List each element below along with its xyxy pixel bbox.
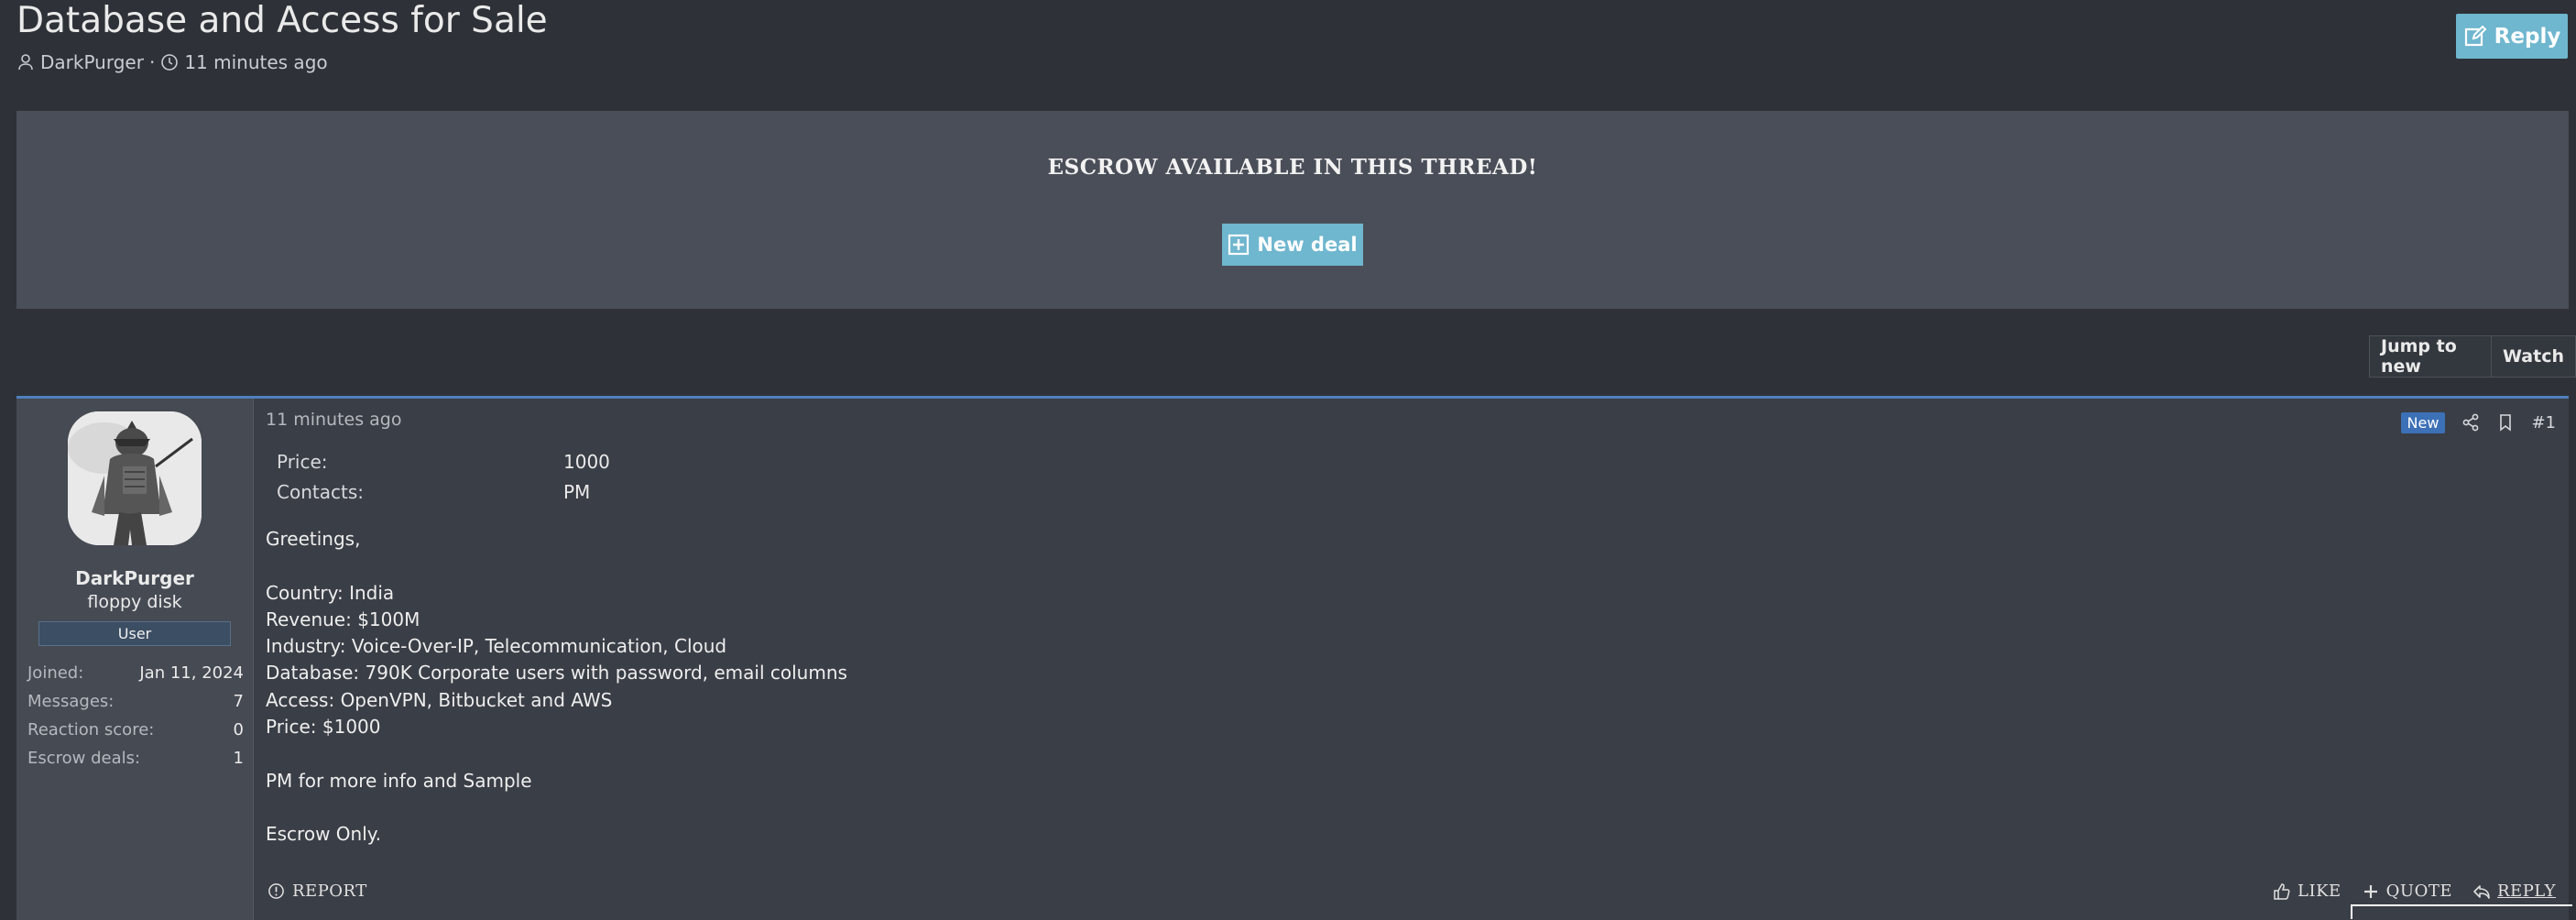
user-banner: User xyxy=(38,621,231,646)
post-header-actions: New #1 xyxy=(2400,410,2556,435)
stat-messages: Messages: 7 xyxy=(27,687,244,716)
stat-escrow-deals: Escrow deals: 1 xyxy=(27,744,244,772)
new-deal-button[interactable]: New deal xyxy=(1222,224,1363,266)
username[interactable]: DarkPurger xyxy=(16,567,253,589)
thumbs-up-icon xyxy=(2273,882,2291,901)
edit-icon xyxy=(2463,25,2487,49)
user-stats: Joined: Jan 11, 2024 Messages: 7 Reactio… xyxy=(27,659,244,772)
thread-meta: DarkPurger · 11 minutes ago xyxy=(16,49,328,75)
quote-button[interactable]: QUOTE xyxy=(2362,882,2452,901)
field-price: Price: 1000 xyxy=(277,446,610,476)
thread-author-link[interactable]: DarkPurger xyxy=(40,51,144,73)
stat-reaction-score: Reaction score: 0 xyxy=(27,716,244,744)
field-label: Contacts: xyxy=(277,480,364,503)
user-title: floppy disk xyxy=(87,592,182,612)
body-line: Country: India xyxy=(266,581,395,604)
thread-time[interactable]: 11 minutes ago xyxy=(184,51,327,73)
plus-square-icon xyxy=(1228,234,1250,256)
plus-icon xyxy=(2362,882,2380,901)
stat-value: Jan 11, 2024 xyxy=(139,663,244,683)
clock-icon xyxy=(160,53,179,71)
post-fields: Price: 1000 Contacts: PM xyxy=(277,446,610,507)
body-line: Revenue: $100M xyxy=(266,608,420,630)
thread-title: Database and Access for Sale xyxy=(16,0,548,41)
field-value: PM xyxy=(563,480,591,503)
body-line: Industry: Voice-Over-IP, Telecommunicati… xyxy=(266,635,727,658)
body-line: PM for more info and Sample xyxy=(266,769,532,792)
jump-to-new-button[interactable]: Jump to new xyxy=(2370,336,2492,377)
escrow-banner: ESCROW AVAILABLE IN THIS THREAD! New dea… xyxy=(16,111,2569,309)
body-line: Access: OpenVPN, Bitbucket and AWS xyxy=(266,688,613,711)
meta-separator: · xyxy=(148,51,156,73)
reply-post-button[interactable]: REPLY xyxy=(2472,882,2556,901)
escrow-title: ESCROW AVAILABLE IN THIS THREAD! xyxy=(1047,155,1538,180)
field-value: 1000 xyxy=(563,450,610,473)
post-time[interactable]: 11 minutes ago xyxy=(266,410,402,430)
new-badge: New xyxy=(2400,411,2446,433)
reply-post-label: REPLY xyxy=(2497,882,2556,901)
stat-value: 1 xyxy=(233,749,244,768)
stat-label: Reaction score: xyxy=(27,720,155,739)
body-line: Price: $1000 xyxy=(266,716,381,739)
avatar-image xyxy=(68,411,202,545)
alert-circle-icon xyxy=(267,882,285,900)
reply-button-label: Reply xyxy=(2494,24,2561,49)
report-label: REPORT xyxy=(292,882,367,901)
post-number[interactable]: #1 xyxy=(2531,413,2556,433)
stat-label: Joined: xyxy=(27,663,84,683)
new-deal-label: New deal xyxy=(1257,234,1358,256)
watch-button[interactable]: Watch xyxy=(2491,336,2575,377)
stat-value[interactable]: 7 xyxy=(234,692,244,711)
stat-label: Escrow deals: xyxy=(27,749,141,768)
body-line xyxy=(266,553,847,579)
field-label: Price: xyxy=(277,450,328,473)
user-icon xyxy=(16,53,35,71)
like-button[interactable]: LIKE xyxy=(2273,882,2341,901)
post-footer-actions: LIKE QUOTE REPLY xyxy=(2273,882,2556,901)
body-line xyxy=(266,740,847,767)
thread-action-group: Jump to new Watch xyxy=(2369,335,2576,378)
stat-label: Messages: xyxy=(27,692,115,711)
user-pane: DarkPurger floppy disk User Joined: Jan … xyxy=(16,399,254,920)
post: DarkPurger floppy disk User Joined: Jan … xyxy=(16,396,2569,920)
body-line: Greetings, xyxy=(266,528,361,550)
reply-button[interactable]: Reply xyxy=(2456,14,2568,59)
avatar[interactable] xyxy=(68,411,202,545)
field-contacts: Contacts: PM xyxy=(277,476,610,507)
body-line: Database: 790K Corporate users with pass… xyxy=(266,662,847,685)
quote-label: QUOTE xyxy=(2385,882,2452,901)
stat-value: 0 xyxy=(233,720,244,739)
body-line: Escrow Only. xyxy=(266,823,382,846)
bookmark-icon[interactable] xyxy=(2496,413,2515,432)
post-body: Greetings, Country: India Revenue: $100M… xyxy=(266,526,847,849)
reply-icon xyxy=(2472,882,2491,901)
body-line xyxy=(266,794,847,821)
like-label: LIKE xyxy=(2298,882,2341,901)
stat-joined: Joined: Jan 11, 2024 xyxy=(27,659,244,687)
report-link[interactable]: REPORT xyxy=(267,882,367,901)
share-icon[interactable] xyxy=(2461,413,2480,432)
